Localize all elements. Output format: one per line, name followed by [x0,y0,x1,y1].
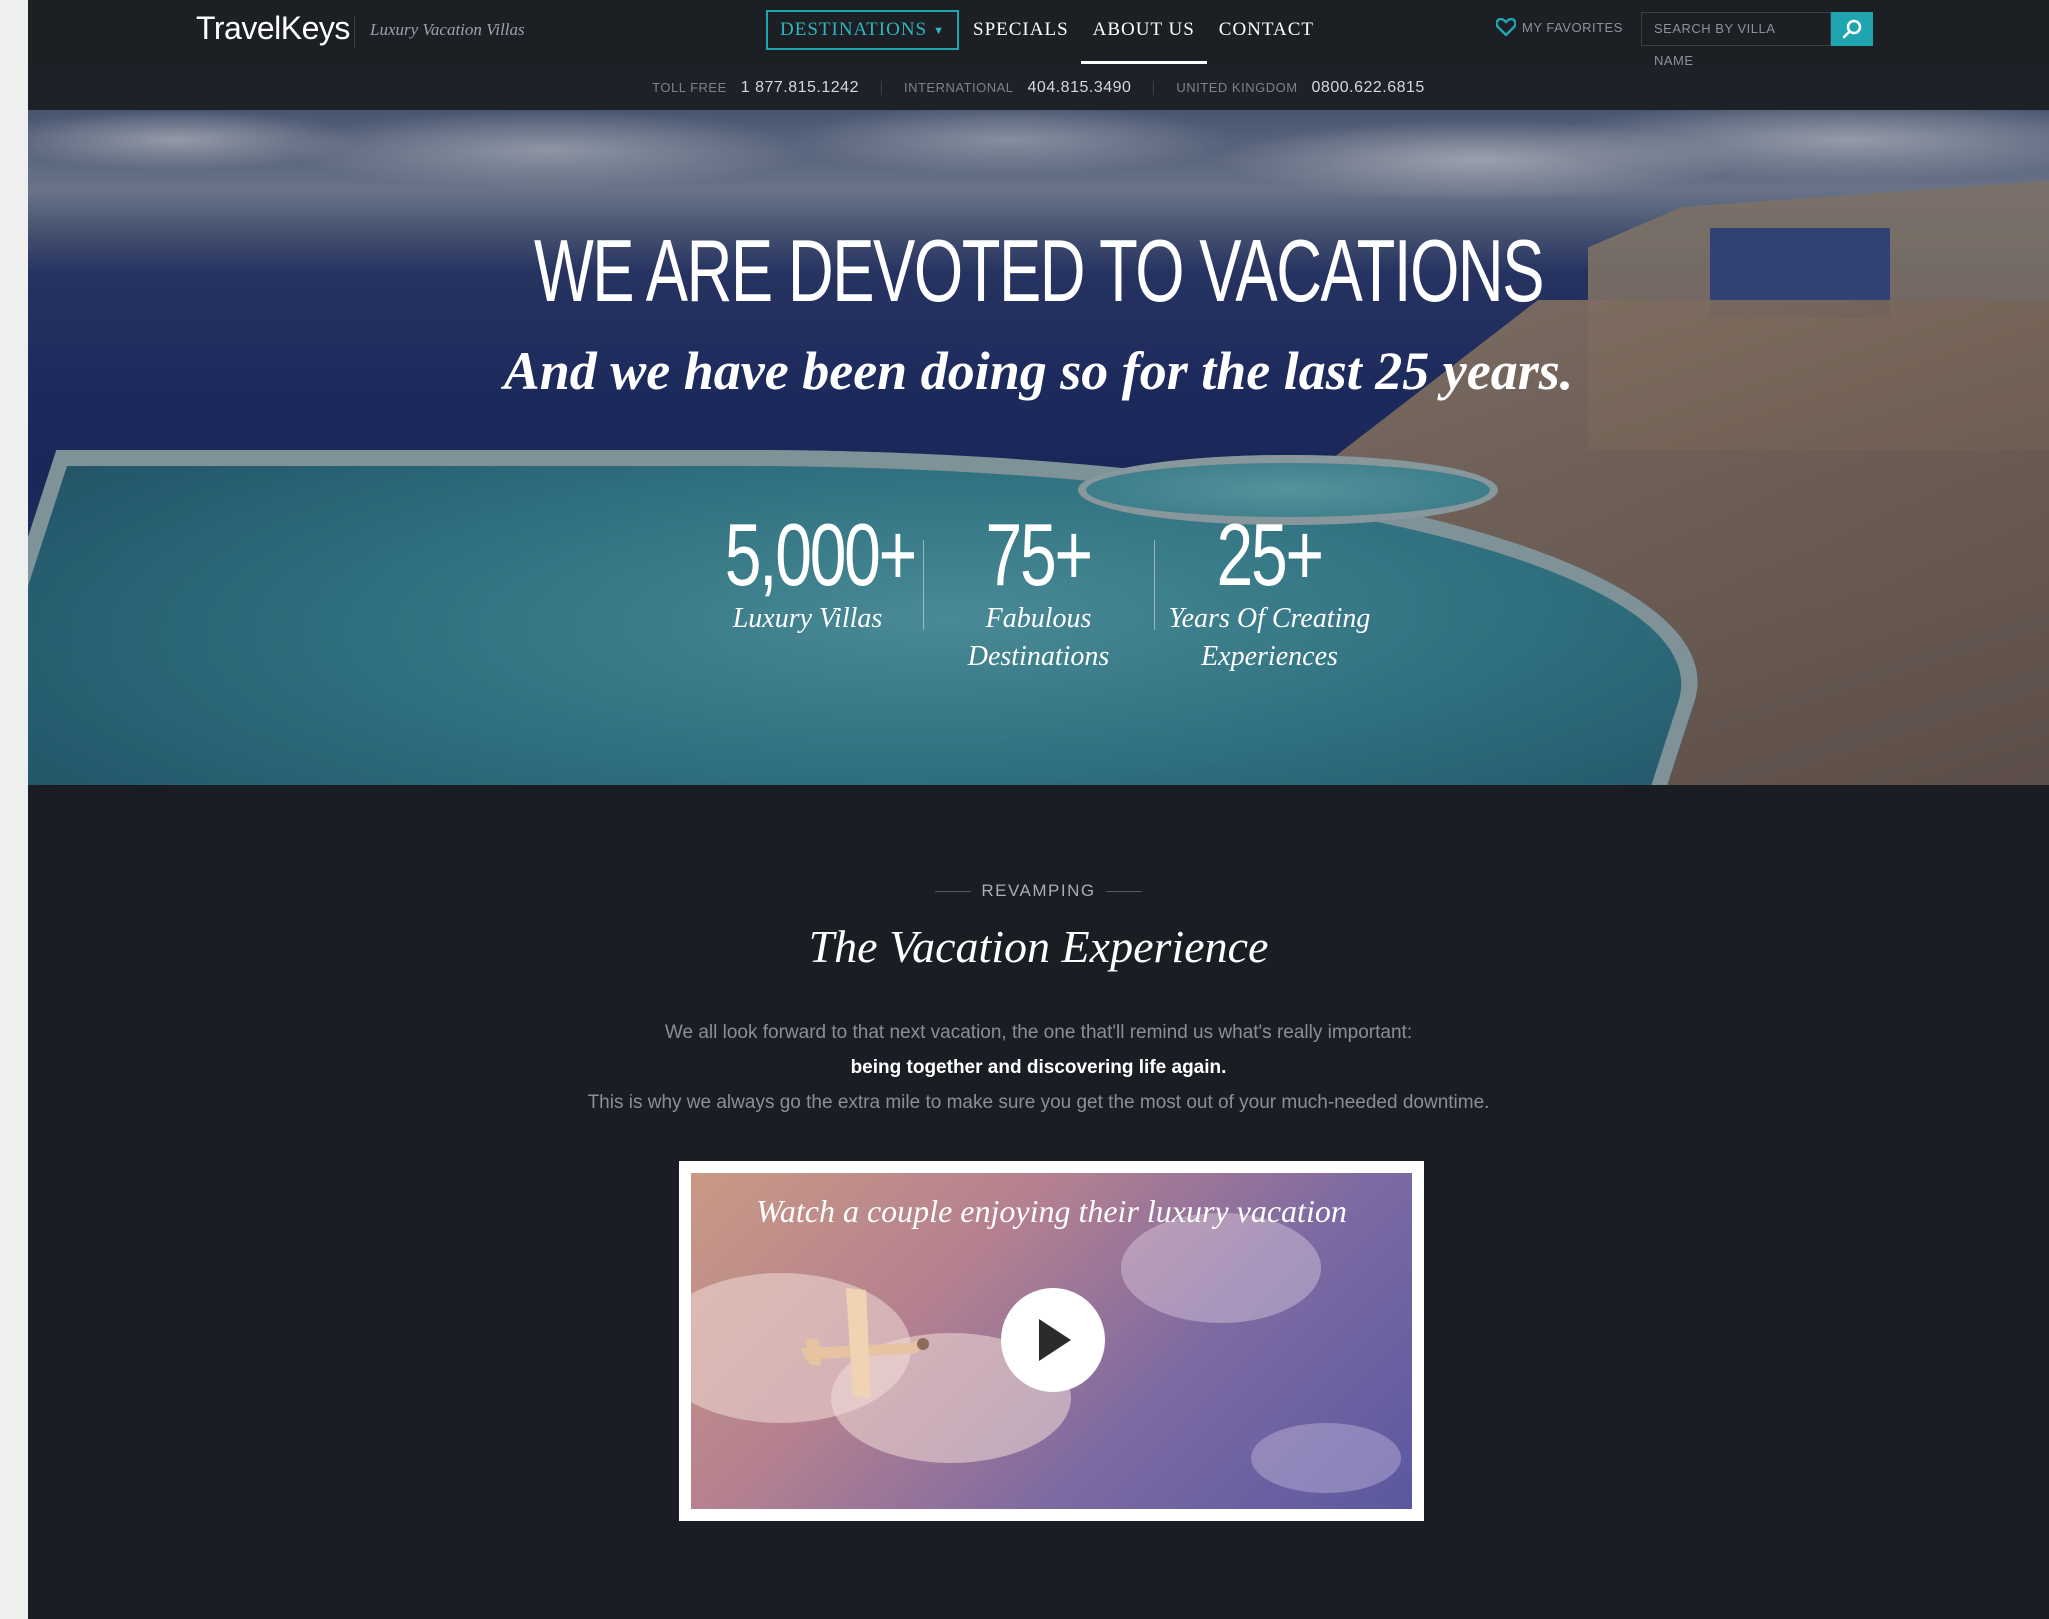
nav-destinations-label: DESTINATIONS [780,19,928,40]
nav-specials[interactable]: SPECIALS [961,10,1081,50]
top-nav: TravelKeys Luxury Vacation Villas DESTIN… [28,0,2049,68]
phone-label: TOLL FREE [652,80,727,95]
section-body: We all look forward to that next vacatio… [28,1015,2049,1120]
body-line-3: This is why we always go the extra mile … [587,1092,1490,1113]
main-nav: DESTINATIONS ▼ SPECIALS ABOUT US CONTACT [766,10,1326,64]
hero-subtitle: And we have been doing so for the last 2… [503,341,1574,401]
hero-banner: WE ARE DEVOTED TO VACATIONS And we have … [28,110,2049,785]
hero-title: WE ARE DEVOTED TO VACATIONS [533,221,1545,320]
eyebrow-text: REVAMPING [981,881,1096,900]
stat-number: 75+ [985,505,1093,604]
search-input[interactable]: SEARCH BY VILLA NAME [1641,12,1831,68]
hero-overlay [28,110,2049,785]
stat-number: 5,000+ [724,505,916,604]
experience-section: REVAMPING The Vacation Experience We all… [28,785,2049,1619]
phone-bar: TOLL FREE 1 877.815.1242 INTERNATIONAL 4… [28,66,2049,110]
search-button[interactable] [1831,12,1873,46]
phone-label: UNITED KINGDOM [1176,80,1298,95]
video-thumbnail[interactable]: Watch a couple enjoying their luxury vac… [691,1173,1412,1509]
stat-years: 25+ Years Of Creating Experiences [1155,510,1385,676]
phone-number[interactable]: 1 877.815.1242 [741,79,859,97]
phone-international: INTERNATIONAL 404.815.3490 [904,79,1131,97]
stat-label: Years Of Creating Experiences [1168,603,1371,672]
section-title: The Vacation Experience [808,921,1269,972]
stat-destinations: 75+ Fabulous Destinations [924,510,1154,676]
video-player[interactable]: Watch a couple enjoying their luxury vac… [679,1161,1424,1521]
play-icon [1039,1319,1071,1361]
eyebrow-line [935,891,972,893]
heart-icon [1496,18,1516,36]
logo[interactable]: TravelKeys [196,10,350,47]
nav-about-us[interactable]: ABOUT US [1080,10,1207,64]
phone-number[interactable]: 0800.622.6815 [1312,79,1425,97]
caret-down-icon: ▼ [933,24,945,37]
stat-label: Luxury Villas [732,603,883,634]
phone-divider [880,81,882,95]
phone-label: INTERNATIONAL [903,80,1014,95]
tagline: Luxury Vacation Villas [370,20,525,39]
phone-toll-free: TOLL FREE 1 877.815.1242 [652,79,859,97]
search-icon [1842,19,1862,39]
my-favorites-link[interactable]: MY FAVORITES [1496,18,1623,36]
video-caption: Watch a couple enjoying their luxury vac… [756,1193,1347,1229]
airplane-icon [801,1288,929,1398]
my-favorites-label: MY FAVORITES [1522,19,1623,35]
page: TravelKeys Luxury Vacation Villas DESTIN… [28,0,2049,1619]
hero-stats: 5,000+ Luxury Villas 75+ Fabulous Destin… [28,510,2049,676]
play-button[interactable] [1001,1288,1105,1392]
logo-divider [354,16,355,48]
section-eyebrow: REVAMPING [28,881,2049,901]
nav-destinations[interactable]: DESTINATIONS ▼ [766,10,959,50]
stat-villas: 5,000+ Luxury Villas [693,510,923,676]
video-cloud [1251,1423,1401,1493]
nav-contact[interactable]: CONTACT [1207,10,1326,50]
body-line-1: We all look forward to that next vacatio… [664,1022,1413,1043]
phone-number[interactable]: 404.815.3490 [1028,79,1132,97]
phone-uk: UNITED KINGDOM 0800.622.6815 [1176,79,1424,97]
eyebrow-line [1105,891,1142,893]
stat-number: 25+ [1216,505,1324,604]
body-line-2: being together and discovering life agai… [850,1057,1227,1078]
phone-divider [1153,81,1155,95]
stat-label: Fabulous Destinations [967,603,1110,672]
